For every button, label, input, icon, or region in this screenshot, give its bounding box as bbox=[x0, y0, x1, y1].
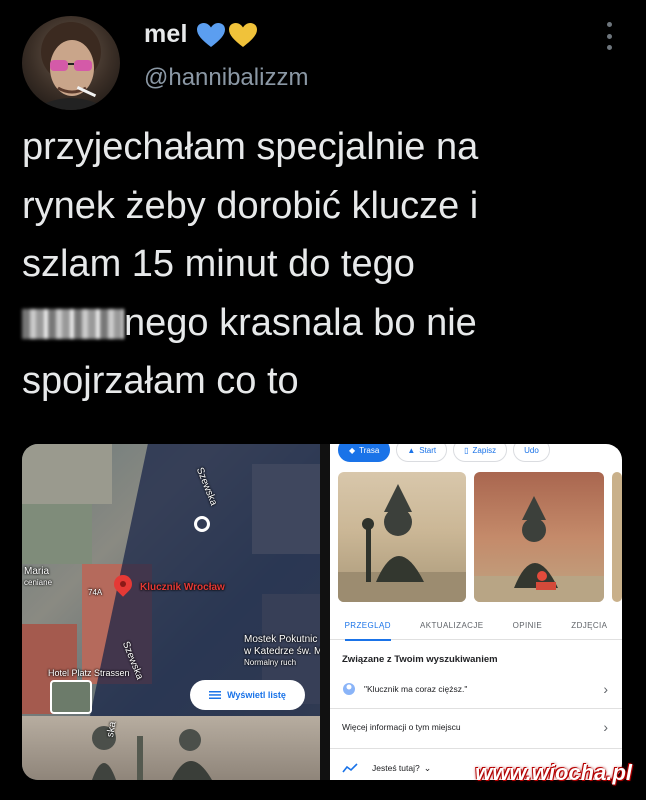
place-tabs: PRZEGLĄD AKTUALIZACJE OPINIE ZDJĘCIA bbox=[330, 612, 622, 641]
divider bbox=[330, 748, 622, 749]
blue-heart-icon bbox=[196, 22, 225, 47]
are-you-here-label: Jesteś tutaj? bbox=[372, 763, 420, 773]
share-label: Udo bbox=[524, 445, 539, 455]
list-icon bbox=[209, 691, 222, 699]
action-chips: ◆ Trasa ▲ Start ▯ Zapisz Udo bbox=[338, 444, 550, 462]
chevron-down-icon: ⌄ bbox=[423, 762, 432, 773]
map-screenshot: Szewska Szewska Maria ceniane 74A Kluczn… bbox=[22, 444, 320, 780]
trend-icon bbox=[342, 763, 358, 773]
yellow-heart-icon bbox=[228, 22, 257, 47]
map-label: 74A bbox=[88, 588, 103, 597]
start-label: Start bbox=[419, 445, 437, 455]
map-label: Normalny ruch bbox=[244, 658, 297, 667]
place-photo-partial[interactable] bbox=[612, 472, 622, 602]
avatar-image bbox=[32, 22, 110, 110]
save-label: Zapisz bbox=[472, 445, 497, 455]
tweet-header: mel @hannibalizzm bbox=[22, 8, 632, 110]
location-dot-icon bbox=[194, 516, 210, 532]
tab-updates[interactable]: AKTUALIZACJE bbox=[420, 612, 483, 640]
bookmark-icon: ▯ bbox=[464, 445, 469, 455]
tab-reviews[interactable]: OPINIE bbox=[513, 612, 543, 640]
statue-photo-strip: ska bbox=[22, 716, 320, 780]
place-photo[interactable] bbox=[474, 472, 604, 602]
divider bbox=[330, 708, 622, 709]
dwarf-statue-image bbox=[338, 484, 466, 602]
route-label: Trasa bbox=[359, 445, 380, 455]
chevron-right-icon: › bbox=[603, 719, 608, 735]
tweet-line: rynek żeby dorobić klucze i bbox=[22, 184, 479, 227]
map-thumbnail[interactable] bbox=[50, 680, 92, 714]
avatar[interactable] bbox=[22, 16, 120, 110]
place-label[interactable]: Klucznik Wrocław bbox=[140, 582, 225, 593]
review-quote-row[interactable]: "Klucznik ma coraz cięższ." › bbox=[338, 674, 614, 704]
more-options-icon[interactable] bbox=[604, 22, 614, 50]
route-button[interactable]: ◆ Trasa bbox=[338, 444, 391, 462]
route-icon: ◆ bbox=[349, 445, 356, 455]
statue-photo bbox=[92, 726, 212, 780]
map-label: ceniane bbox=[24, 578, 53, 587]
tweet-line-censored: nego krasnala bo nie bbox=[22, 294, 622, 353]
tab-photos[interactable]: ZDJĘCIA bbox=[571, 612, 607, 640]
name-row: mel bbox=[144, 20, 258, 49]
reviewer-avatar-icon bbox=[343, 683, 355, 695]
place-photo[interactable] bbox=[338, 472, 466, 602]
tweet-line: szlam 15 minut do tego bbox=[22, 243, 415, 285]
start-button[interactable]: ▲ Start bbox=[396, 444, 448, 462]
chevron-right-icon: › bbox=[603, 681, 608, 697]
place-details-panel: ◆ Trasa ▲ Start ▯ Zapisz Udo PRZEGLĄD AK… bbox=[330, 444, 622, 780]
censored-word bbox=[22, 308, 124, 339]
watermark: www.wiocha.pl bbox=[475, 760, 632, 785]
map-label: Maria bbox=[24, 566, 50, 577]
more-info-label: Więcej informacji o tym miejscu bbox=[342, 722, 461, 732]
show-list-label: Wyświetl listę bbox=[227, 690, 286, 700]
user-handle[interactable]: @hannibalizzm bbox=[144, 64, 308, 92]
heart-emojis bbox=[196, 22, 258, 48]
review-quote: "Klucznik ma coraz cięższ." bbox=[364, 684, 468, 694]
display-name[interactable]: mel bbox=[144, 20, 188, 49]
more-info-row[interactable]: Więcej informacji o tym miejscu › bbox=[338, 712, 614, 742]
tweet-media[interactable]: Szewska Szewska Maria ceniane 74A Kluczn… bbox=[22, 444, 622, 780]
map-label: Mostek Pokutnic bbox=[244, 634, 318, 645]
navigation-arrow-icon: ▲ bbox=[407, 445, 416, 455]
tweet-line: nego krasnala bo nie bbox=[124, 301, 477, 344]
tweet-line: spojrzałam co to bbox=[22, 360, 299, 402]
related-heading: Związane z Twoim wyszukiwaniem bbox=[342, 654, 498, 665]
tweet-line: przyjechałam specjalnie na bbox=[22, 126, 479, 168]
map-building bbox=[22, 504, 92, 564]
save-button[interactable]: ▯ Zapisz bbox=[453, 444, 508, 462]
dwarf-statue-image bbox=[474, 496, 604, 602]
map-label: Hotel Platz Strassen bbox=[48, 668, 130, 678]
show-list-button[interactable]: Wyświetl listę bbox=[190, 680, 305, 710]
map-building bbox=[22, 444, 112, 504]
tweet-text: przyjechałam specjalnie na rynek żeby do… bbox=[22, 118, 622, 411]
share-button[interactable]: Udo bbox=[513, 444, 550, 462]
map-label: w Katedrze św. M bbox=[244, 646, 320, 657]
tab-overview[interactable]: PRZEGLĄD bbox=[344, 612, 392, 641]
